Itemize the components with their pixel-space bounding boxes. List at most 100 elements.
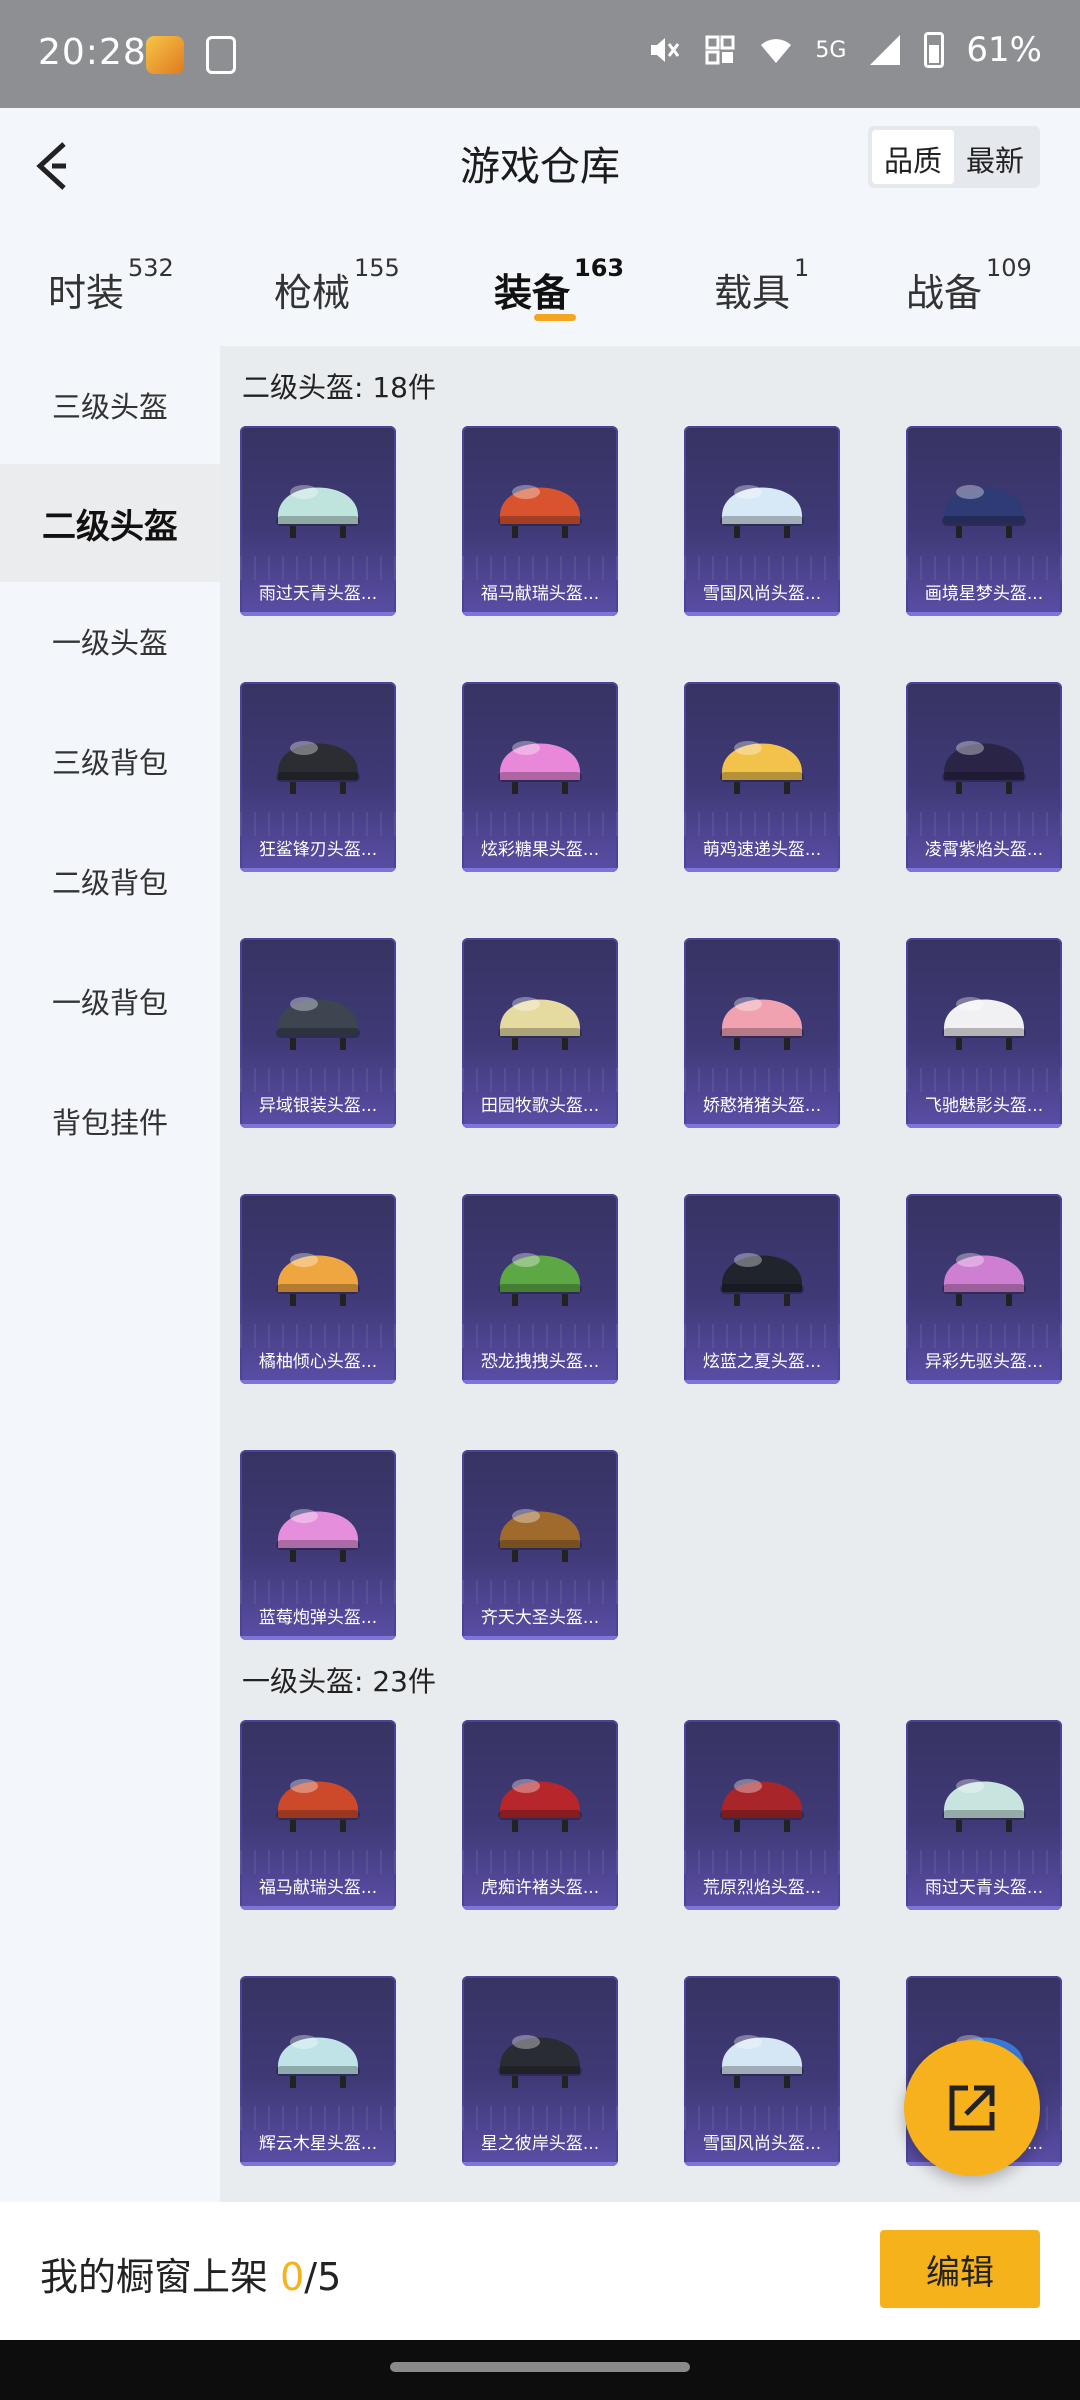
tab-label: 战备 — [906, 271, 983, 315]
network-label: 5G — [815, 37, 847, 63]
item-card[interactable]: 雪国风尚头盔... — [684, 1976, 840, 2166]
card-floor-pattern — [906, 556, 1062, 580]
card-floor-pattern — [462, 1580, 618, 1604]
showcase-total: /5 — [304, 2255, 342, 2299]
card-floor-pattern — [462, 1324, 618, 1348]
helmet-icon — [942, 741, 1026, 794]
item-card[interactable]: 娇憨猪猪头盔... — [684, 938, 840, 1128]
helmet-icon — [720, 485, 804, 538]
item-card[interactable]: 凌霄紫焰头盔... — [906, 682, 1062, 872]
category-tabs: 时装532 枪械155 装备163 载具1 战备109 — [0, 236, 1080, 346]
nfc-icon — [705, 35, 735, 65]
item-card[interactable]: 福马献瑞头盔... — [462, 426, 618, 616]
sidebar: 三级头盔 二级头盔 一级头盔 三级背包 二级背包 一级背包 背包挂件 — [0, 346, 220, 2206]
item-card[interactable]: 雨过天青头盔... — [240, 426, 396, 616]
helmet-icon — [498, 1253, 582, 1306]
card-floor-pattern — [240, 1068, 396, 1092]
showcase-label: 我的橱窗上架 — [40, 2255, 269, 2299]
helmet-icon — [498, 1779, 582, 1832]
item-name: 凌霄紫焰头盔... — [924, 840, 1044, 860]
helmet-icon — [498, 1509, 582, 1562]
sidebar-item-level3-backpack[interactable]: 三级背包 — [0, 702, 220, 820]
tab-guns[interactable]: 枪械155 — [274, 254, 400, 317]
sort-latest-button[interactable]: 最新 — [954, 130, 1036, 184]
card-floor-pattern — [240, 1850, 396, 1874]
helmet-icon — [498, 997, 582, 1050]
item-card[interactable]: 狂鲨锋刃头盔... — [240, 682, 396, 872]
helmet-icon — [942, 997, 1026, 1050]
helmet-icon — [498, 2035, 582, 2088]
mute-icon — [651, 38, 680, 62]
sidebar-item-level1-backpack[interactable]: 一级背包 — [0, 942, 220, 1060]
item-card[interactable]: 炫彩糖果头盔... — [462, 682, 618, 872]
tab-combat-gear[interactable]: 战备109 — [906, 254, 1032, 317]
sidebar-item-level2-helmet[interactable]: 二级头盔 — [0, 464, 220, 582]
battery-icon — [924, 32, 945, 68]
item-card[interactable]: 齐天大圣头盔... — [462, 1450, 618, 1640]
item-card[interactable]: 异域银装头盔... — [240, 938, 396, 1128]
sidebar-item-level3-helmet[interactable]: 三级头盔 — [0, 346, 220, 464]
card-floor-pattern — [462, 1850, 618, 1874]
helmet-icon — [720, 741, 804, 794]
item-card[interactable]: 蓝莓炮弹头盔... — [240, 1450, 396, 1640]
item-card[interactable]: 辉云木星头盔... — [240, 1976, 396, 2166]
item-name: 异域银装头盔... — [258, 1096, 378, 1116]
item-card[interactable]: 萌鸡速递头盔... — [684, 682, 840, 872]
tab-count: 109 — [986, 254, 1032, 282]
card-floor-pattern — [240, 556, 396, 580]
item-card[interactable]: 星之彼岸头盔... — [462, 1976, 618, 2166]
item-name: 福马献瑞头盔... — [480, 584, 600, 604]
active-tab-indicator — [534, 314, 576, 321]
card-floor-pattern — [462, 2106, 618, 2130]
item-card[interactable]: 雨过天青头盔... — [906, 1720, 1062, 1910]
helmet-icon — [276, 741, 360, 794]
helmet-icon — [720, 2035, 804, 2088]
item-card[interactable]: 田园牧歌头盔... — [462, 938, 618, 1128]
item-card[interactable]: 雪国风尚头盔... — [684, 426, 840, 616]
section-title: 一级头盔: 23件 — [242, 1665, 436, 1698]
helmet-icon — [720, 1779, 804, 1832]
helmet-icon — [276, 1509, 360, 1562]
sort-quality-button[interactable]: 品质 — [871, 130, 954, 184]
item-name: 炫彩糖果头盔... — [480, 840, 600, 860]
home-indicator[interactable] — [390, 2362, 690, 2372]
share-button[interactable] — [904, 2040, 1040, 2176]
helmet-icon — [276, 997, 360, 1050]
tab-label: 装备 — [494, 271, 571, 315]
sidebar-item-level1-helmet[interactable]: 一级头盔 — [0, 582, 220, 700]
tab-fashion[interactable]: 时装532 — [48, 254, 174, 317]
card-floor-pattern — [240, 812, 396, 836]
helmet-icon — [498, 485, 582, 538]
item-name: 田园牧歌头盔... — [480, 1096, 600, 1116]
item-name: 辉云木星头盔... — [258, 2134, 378, 2154]
item-name: 雨过天青头盔... — [258, 584, 378, 604]
item-card[interactable]: 异彩先驱头盔... — [906, 1194, 1062, 1384]
item-card[interactable]: 炫蓝之夏头盔... — [684, 1194, 840, 1384]
sidebar-item-level2-backpack[interactable]: 二级背包 — [0, 822, 220, 940]
item-card[interactable]: 画境星梦头盔... — [906, 426, 1062, 616]
card-floor-pattern — [906, 1324, 1062, 1348]
tab-equipment[interactable]: 装备163 — [494, 254, 624, 317]
card-floor-pattern — [684, 812, 840, 836]
item-card[interactable]: 橘柚倾心头盔... — [240, 1194, 396, 1384]
helmet-icon — [498, 741, 582, 794]
item-card[interactable]: 恐龙拽拽头盔... — [462, 1194, 618, 1384]
item-card[interactable]: 飞驰魅影头盔... — [906, 938, 1062, 1128]
card-floor-pattern — [684, 2106, 840, 2130]
helmet-icon — [720, 1253, 804, 1306]
card-floor-pattern — [240, 1324, 396, 1348]
tab-count: 1 — [794, 254, 810, 282]
sidebar-item-backpack-pendant[interactable]: 背包挂件 — [0, 1062, 220, 1180]
tab-vehicles[interactable]: 载具1 — [714, 254, 809, 317]
edit-button[interactable]: 编辑 — [880, 2230, 1040, 2308]
item-card[interactable]: 荒原烈焰头盔... — [684, 1720, 840, 1910]
item-card[interactable]: 福马献瑞头盔... — [240, 1720, 396, 1910]
item-name: 星之彼岸头盔... — [480, 2134, 600, 2154]
item-name: 虎痴许褚头盔... — [480, 1878, 600, 1898]
item-card[interactable]: 虎痴许褚头盔... — [462, 1720, 618, 1910]
tab-label: 枪械 — [274, 271, 351, 315]
helmet-icon — [276, 1779, 360, 1832]
item-name: 雨过天青头盔... — [924, 1878, 1044, 1898]
item-name: 恐龙拽拽头盔... — [480, 1352, 600, 1372]
helmet-icon — [942, 1253, 1026, 1306]
